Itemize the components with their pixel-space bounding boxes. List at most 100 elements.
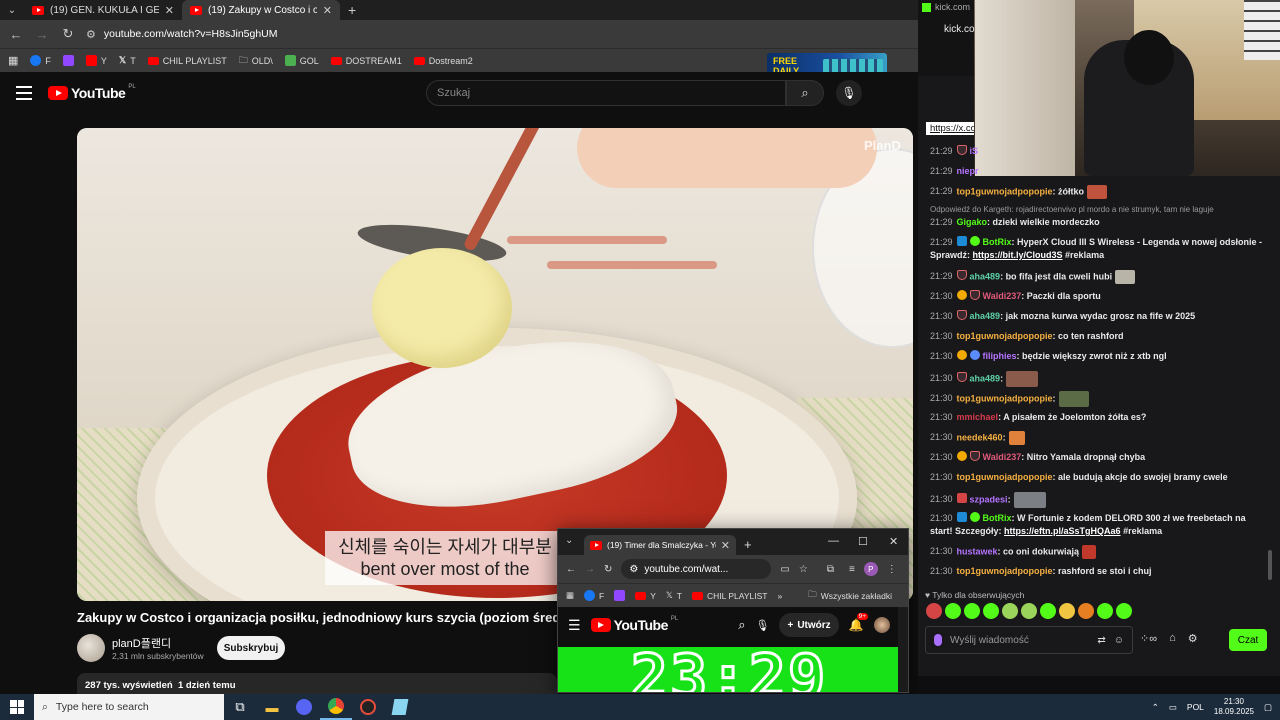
bookmark-star-icon[interactable]: ☆ xyxy=(799,564,808,575)
microphone-icon[interactable]: 🎙 xyxy=(756,619,770,632)
close-tab-icon[interactable]: ✕ xyxy=(721,539,730,552)
kick-url[interactable]: kick.co xyxy=(944,24,975,35)
emote-icon[interactable] xyxy=(1078,603,1094,619)
emote-icon[interactable] xyxy=(1059,603,1075,619)
subscribe-button[interactable]: Subskrybuj xyxy=(217,636,285,660)
app-icon-2[interactable] xyxy=(352,694,384,720)
tray-chevron-icon[interactable]: ⌃ xyxy=(1152,702,1159,713)
cast-icon[interactable]: ▭ xyxy=(780,564,789,575)
emote-icon[interactable] xyxy=(1040,603,1056,619)
popup-tab[interactable]: (19) Timer dla Smalczyka - YouT ✕ xyxy=(584,535,736,555)
notes-icon[interactable] xyxy=(384,694,416,720)
more-menu-icon[interactable]: ⋮ xyxy=(887,564,897,575)
reload-icon[interactable]: ↻ xyxy=(604,564,612,575)
maximize-icon[interactable]: ☐ xyxy=(858,535,868,548)
new-tab-icon[interactable]: + xyxy=(340,2,364,18)
bookmark-youtube[interactable]: Y xyxy=(635,591,656,601)
bookmark-twitch[interactable] xyxy=(62,55,74,66)
file-explorer-icon[interactable]: ▬ xyxy=(256,694,288,720)
start-button[interactable] xyxy=(0,694,34,720)
apps-grid-icon[interactable]: ▦ xyxy=(566,590,574,601)
url-field[interactable]: ⚙ youtube.com/watch?v=H8sJin5ghUM xyxy=(86,28,278,41)
translate-icon[interactable]: ⇄ xyxy=(1097,635,1105,646)
search-icon[interactable]: ⌕ xyxy=(738,617,745,633)
microphone-icon[interactable] xyxy=(934,634,942,646)
bookmark-gol[interactable]: GOL xyxy=(284,55,319,66)
bookmark-chil-playlist[interactable]: CHIL PLAYLIST xyxy=(691,591,767,601)
bookmark-facebook[interactable]: F xyxy=(584,590,604,601)
emote-icon[interactable] xyxy=(945,603,961,619)
emote-icon[interactable] xyxy=(1116,603,1132,619)
bookmark-chil-playlist[interactable]: CHIL PLAYLIST xyxy=(147,56,227,66)
create-button[interactable]: + Utwórz xyxy=(779,613,839,637)
clock[interactable]: 21:30 18.09.2025 xyxy=(1214,697,1254,717)
popup-scrollbar[interactable] xyxy=(898,607,908,692)
close-tab-icon[interactable]: ✕ xyxy=(323,4,332,17)
taskbar-search-box[interactable]: ⌕ Type here to search xyxy=(34,694,224,720)
store-icon[interactable]: ⌂ xyxy=(1169,632,1176,645)
emote-icon[interactable] xyxy=(926,603,942,619)
bookmark-facebook[interactable]: F xyxy=(30,55,51,66)
back-icon[interactable]: ← xyxy=(8,27,24,42)
all-bookmarks-folder[interactable]: 🗀 Wszystkie zakładki xyxy=(808,589,892,603)
channel-name[interactable]: planD플랜디 xyxy=(112,635,171,651)
timer-video[interactable]: 23:29 xyxy=(558,643,908,692)
close-window-icon[interactable]: ✕ xyxy=(889,535,898,548)
settings-gear-icon[interactable]: ⚙ xyxy=(1188,632,1198,645)
site-info-icon[interactable]: ⚙ xyxy=(86,28,96,41)
emote-icon[interactable] xyxy=(983,603,999,619)
youtube-logo[interactable]: YouTube PL xyxy=(48,84,136,101)
more-bookmarks-icon[interactable]: » xyxy=(777,591,782,601)
language-indicator[interactable]: POL xyxy=(1187,702,1204,712)
emoji-icon[interactable]: ☺ xyxy=(1114,635,1124,646)
popup-url-field[interactable]: ⚙ youtube.com/wat... xyxy=(621,559,772,579)
channel-avatar[interactable] xyxy=(77,634,105,662)
task-view-icon[interactable]: ⧉ xyxy=(224,694,256,720)
user-avatar[interactable] xyxy=(873,617,890,633)
send-chat-button[interactable]: Czat xyxy=(1229,629,1267,651)
chrome-icon[interactable] xyxy=(320,694,352,720)
network-icon[interactable]: ▭ xyxy=(1169,702,1177,713)
bookmark-twitch[interactable] xyxy=(614,590,626,601)
emote-icon[interactable] xyxy=(1097,603,1113,619)
browser-tab-1[interactable]: (19) GEN. KUKUŁA I GEN. ANDR ✕ xyxy=(24,0,182,20)
emote-icon[interactable] xyxy=(964,603,980,619)
minimize-icon[interactable]: — xyxy=(828,535,839,547)
bookmark-x[interactable]: 𝕏T xyxy=(666,590,682,601)
reload-icon[interactable]: ↻ xyxy=(60,26,76,42)
apps-grid-icon[interactable]: ▦ xyxy=(8,54,18,67)
points-icon[interactable]: ⁘∞ xyxy=(1140,632,1157,645)
bookmark-dostream2[interactable]: Dostream2 xyxy=(413,56,473,66)
bookmark-old-folder[interactable]: 🗀 OLD\ xyxy=(239,53,273,69)
menu-icon[interactable] xyxy=(16,86,32,100)
kick-tab[interactable]: kick.com xyxy=(922,2,970,12)
forward-icon[interactable]: → xyxy=(585,564,595,575)
profile-avatar[interactable]: P xyxy=(863,562,878,576)
chat-link[interactable]: https://eftn.pl/aSsTgHQAa6 xyxy=(1004,526,1121,536)
extensions-icon[interactable]: ⧉ xyxy=(827,564,834,575)
back-icon[interactable]: ← xyxy=(566,564,576,575)
bookmark-youtube[interactable]: Y xyxy=(85,55,107,66)
app-icon[interactable] xyxy=(288,694,320,720)
search-button[interactable]: ⌕ xyxy=(786,80,824,106)
chat-message-input[interactable]: Wyślij wiadomość ⇄ ☺ xyxy=(925,626,1133,654)
pinned-link[interactable]: https://x.co xyxy=(926,122,974,135)
bookmark-dostream1[interactable]: DOSTREAM1 xyxy=(330,56,402,66)
chat-link[interactable]: https://bit.ly/Cloud3S xyxy=(973,250,1063,260)
notifications-icon[interactable]: 🔔 9+ xyxy=(849,613,869,632)
tab-search-chevron-icon[interactable]: ⌄ xyxy=(0,0,24,20)
notifications-icon[interactable]: ▢ xyxy=(1264,702,1272,713)
forward-icon[interactable]: → xyxy=(34,27,50,42)
emote-icon[interactable] xyxy=(1021,603,1037,619)
youtube-logo[interactable]: YouTube PL xyxy=(590,616,678,633)
browser-tab-2[interactable]: (19) Zakupy w Costco i organiz ✕ xyxy=(182,0,340,20)
bookmark-x[interactable]: 𝕏T xyxy=(119,55,136,66)
close-tab-icon[interactable]: ✕ xyxy=(165,4,174,17)
tab-search-chevron-icon[interactable]: ⌄ xyxy=(565,535,573,546)
menu-icon[interactable]: ☰ xyxy=(568,617,581,634)
new-tab-icon[interactable]: + xyxy=(744,537,752,552)
emote-icon[interactable] xyxy=(1002,603,1018,619)
voice-search-button[interactable]: 🎙 xyxy=(836,80,862,106)
search-input[interactable]: Szukaj xyxy=(426,80,786,106)
reading-list-icon[interactable]: ≡ xyxy=(849,564,855,575)
